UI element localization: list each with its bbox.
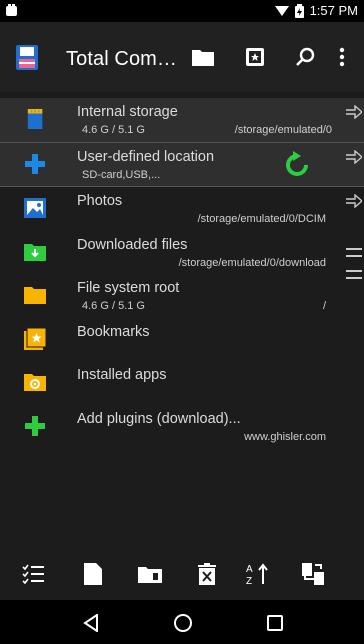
photo-icon [24,198,46,218]
folder-new-icon [138,567,162,583]
item-subtitle: SD-card,USB,... [82,168,161,181]
list-item-bookmarks[interactable]: Bookmarks [0,318,364,362]
back-button[interactable] [78,610,104,636]
sd-card-icon [27,109,43,129]
search-icon [296,47,315,66]
bookmarks-icon [24,327,46,350]
equals-icon [346,247,362,257]
bookmark-star-icon [246,48,264,66]
battery-icon [294,3,304,18]
item-path: /storage/emulated/0/download [178,256,326,269]
select-button[interactable] [20,561,46,587]
item-title: User-defined location [77,148,215,165]
list-item-user-defined-location[interactable]: User-defined location SD-card,USB,... [0,142,364,186]
item-path: /storage/emulated/0/DCIM [197,213,326,225]
notification-icon [6,4,17,16]
recents-icon [267,615,283,631]
list-item-installed-apps[interactable]: Installed apps [0,361,364,405]
apps-folder-icon [24,374,46,391]
arrow-right-icon [346,105,362,119]
home-icon [174,614,192,632]
item-path: / [322,300,326,312]
item-title: Downloaded files [77,236,188,253]
new-file-button[interactable] [80,561,106,587]
list-item-add-plugins[interactable]: Add plugins (download)... www.ghisler.co… [0,405,364,449]
list-item-internal-storage[interactable]: Internal storage 4.6 G / 5.1 G /storage/… [0,98,364,142]
home-button[interactable] [170,610,196,636]
new-folder-button[interactable] [137,561,163,587]
item-title: File system root [77,280,180,296]
item-title: Internal storage [77,104,178,120]
delete-icon [198,563,216,585]
app-title: Total Com… [66,48,178,70]
bookmark-button[interactable] [240,42,270,72]
folder-icon [192,50,214,66]
item-title: Add plugins (download)... [77,410,241,427]
recents-button[interactable] [262,610,288,636]
compare-icon [302,563,324,585]
equals-icon [346,270,362,279]
list-item-downloaded-files[interactable]: Downloaded files /storage/emulated/0/dow… [0,231,364,275]
item-size: 4.6 G / 5.1 G [82,300,145,312]
svg-text:Z: Z [246,576,252,586]
compare-button[interactable] [300,561,326,587]
location-list: Internal storage 4.6 G / 5.1 G /storage/… [0,98,364,448]
status-bar: 1:57 PM [0,0,364,22]
download-folder-icon [24,243,46,261]
delete-button[interactable] [194,561,220,587]
item-title: Photos [77,193,123,209]
arrow-right-icon [346,149,362,164]
item-path: /storage/emulated/0 [234,124,332,136]
add-plugin-icon [25,415,45,436]
search-button[interactable] [290,42,320,72]
overflow-menu-button[interactable] [332,42,352,72]
more-vert-icon [339,47,345,67]
checklist-icon [22,564,44,585]
app-logo-icon[interactable] [16,45,38,70]
list-item-photos[interactable]: Photos /storage/emulated/0/DCIM [0,187,364,231]
plus-icon [25,153,45,174]
sort-button[interactable]: AZ [244,561,270,587]
file-icon [84,563,102,585]
item-url: www.ghisler.com [244,430,326,443]
svg-text:A: A [246,564,253,575]
system-nav-bar [0,600,364,644]
back-icon [83,614,98,632]
clock: 1:57 PM [309,3,358,18]
sort-az-icon: AZ [246,563,268,586]
bottom-toolbar: AZ [0,551,364,599]
wifi-icon [274,5,289,16]
folder-icon [24,287,46,304]
item-size: 4.6 G / 5.1 G [82,124,145,136]
arrow-right-icon [346,194,362,208]
item-title: Installed apps [77,367,167,383]
refresh-icon[interactable] [283,150,311,179]
item-title: Bookmarks [77,323,150,340]
list-item-file-system-root[interactable]: File system root 4.6 G / 5.1 G / [0,270,364,318]
app-bar: Total Com… [0,22,364,92]
folder-button[interactable] [188,42,218,72]
